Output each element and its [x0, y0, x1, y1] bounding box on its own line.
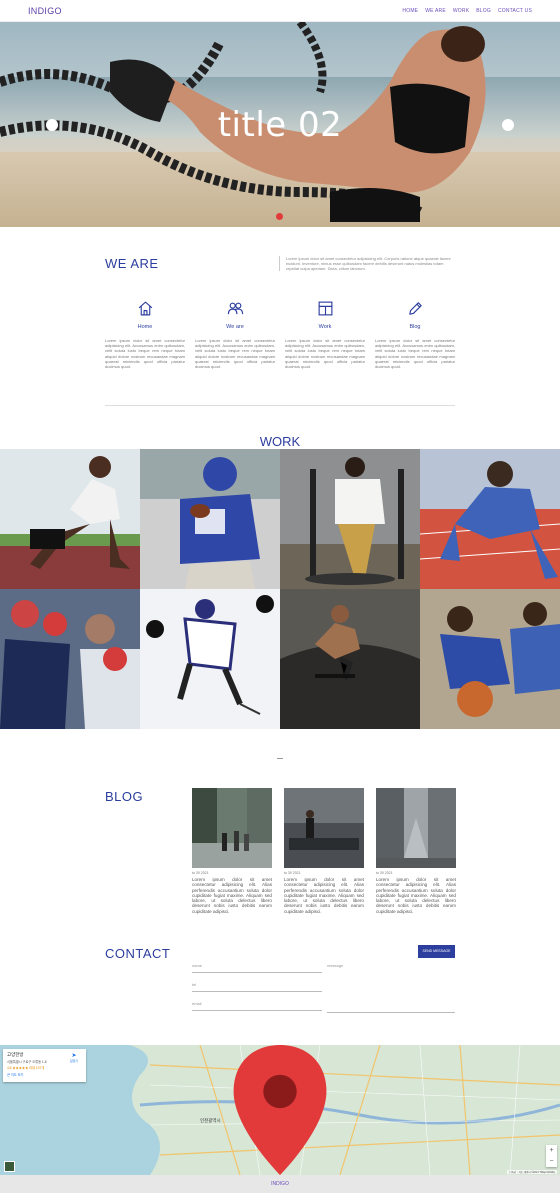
- feature-text: Lorem ipsum dolor sit amet consectetur a…: [105, 338, 185, 370]
- blog-title: BLOG: [105, 789, 144, 804]
- home-icon: [138, 301, 152, 316]
- nav-contact-us[interactable]: CONTACT US: [498, 8, 532, 14]
- weare-description: Lorem ipsum dolor sit amet consectetur a…: [279, 256, 455, 271]
- map-zoom-controls: + −: [546, 1145, 557, 1167]
- section-separator: [277, 758, 283, 759]
- site-header: INDIGO HOME WE ARE WORK BLOG CONTACT US: [0, 0, 560, 22]
- email-field[interactable]: email: [192, 1001, 322, 1011]
- feature-home: Home Lorem ipsum dolor sit amet consecte…: [105, 300, 185, 369]
- slider-prev-button[interactable]: [46, 119, 58, 131]
- layout-icon: [318, 301, 332, 316]
- map-pin-icon[interactable]: [0, 1045, 560, 1175]
- blog-post[interactable]: to 30 2021 Lorem ipsum dolor sit amet co…: [284, 788, 364, 914]
- nav-work[interactable]: WORK: [453, 8, 469, 14]
- map-embed[interactable]: 고양한방 서울특별시 구로구 오류동 1-8 4.8 ★★★★★ 리뷰 197개…: [0, 1045, 560, 1175]
- feature-work: Work Lorem ipsum dolor sit amet consecte…: [285, 300, 365, 369]
- blog-date: to 30 2021: [376, 871, 393, 875]
- sprinter-photo: [0, 449, 140, 589]
- blog-excerpt: Lorem ipsum dolor sit amet consectetur a…: [284, 877, 364, 914]
- map-attribution: 단축키 · 지도 데이터 ©2021 TMap Mobility: [507, 1170, 557, 1174]
- work-item[interactable]: [280, 449, 420, 589]
- nav-we-are[interactable]: WE ARE: [425, 8, 446, 14]
- blog-photo-bench: [284, 788, 364, 868]
- hero-slider: title 02: [0, 22, 560, 227]
- blog-excerpt: Lorem ipsum dolor sit amet consectetur a…: [192, 877, 272, 914]
- slider-next-button[interactable]: [502, 119, 514, 131]
- feature-text: Lorem ipsum dolor sit amet consectetur a…: [285, 338, 365, 370]
- hero-title: title 02: [217, 105, 343, 145]
- work-item[interactable]: [420, 449, 560, 589]
- feature-text: Lorem ipsum dolor sit amet consectetur a…: [195, 338, 275, 370]
- work-gallery: [0, 449, 560, 729]
- blog-date: to 30 2021: [192, 871, 209, 875]
- feature-we-are: We are Lorem ipsum dolor sit amet consec…: [195, 300, 275, 369]
- nav-home[interactable]: HOME: [402, 8, 418, 14]
- work-item[interactable]: [280, 589, 420, 729]
- feature-blog: Blog Lorem ipsum dolor sit amet consecte…: [375, 300, 455, 369]
- track-runner-photo: [420, 449, 560, 589]
- features: Home Lorem ipsum dolor sit amet consecte…: [105, 300, 455, 369]
- slider-indicator[interactable]: [276, 213, 283, 220]
- name-field[interactable]: name: [192, 963, 322, 973]
- feature-label: Work: [318, 324, 332, 330]
- site-footer: INDIGO: [0, 1175, 560, 1193]
- users-icon: [227, 302, 243, 315]
- zoom-out-button[interactable]: −: [546, 1156, 557, 1167]
- boxing-photo: [0, 589, 140, 729]
- sled-push-photo: [280, 449, 420, 589]
- nav-blog[interactable]: BLOG: [476, 8, 491, 14]
- football-photo: [140, 449, 280, 589]
- tel-field[interactable]: tel: [192, 982, 322, 992]
- hockey-photo: [140, 589, 280, 729]
- pencil-icon: [408, 302, 422, 315]
- feature-label: Home: [137, 324, 153, 330]
- blog-post[interactable]: to 30 2021 Lorem ipsum dolor sit amet co…: [192, 788, 272, 914]
- message-field[interactable]: message: [327, 963, 455, 1013]
- map-layer-toggle[interactable]: [4, 1161, 15, 1172]
- work-item[interactable]: [140, 589, 280, 729]
- work-item[interactable]: [420, 589, 560, 729]
- feature-label: We are: [226, 324, 244, 330]
- blog-date: to 30 2021: [284, 871, 301, 875]
- weare-title: WE ARE: [105, 256, 159, 271]
- feature-text: Lorem ipsum dolor sit amet consectetur a…: [375, 338, 455, 370]
- basketball-photo: [420, 589, 560, 729]
- send-message-button[interactable]: SEND MESSAGE: [418, 945, 455, 958]
- blog-photo-street: [192, 788, 272, 868]
- work-item[interactable]: [140, 449, 280, 589]
- blog-excerpt: Lorem ipsum dolor sit amet consectetur a…: [376, 877, 456, 914]
- section-divider: [105, 405, 455, 406]
- feature-label: Blog: [409, 324, 421, 330]
- work-title: WORK: [259, 434, 301, 449]
- blog-photo-city: [376, 788, 456, 868]
- work-item[interactable]: [0, 589, 140, 729]
- main-nav: HOME WE ARE WORK BLOG CONTACT US: [402, 8, 532, 14]
- blog-list: to 30 2021 Lorem ipsum dolor sit amet co…: [192, 788, 456, 914]
- contact-title: CONTACT: [105, 946, 171, 961]
- zoom-in-button[interactable]: +: [546, 1145, 557, 1156]
- work-item[interactable]: [0, 449, 140, 589]
- skater-photo: [280, 589, 420, 729]
- logo[interactable]: INDIGO: [28, 6, 62, 16]
- blog-post[interactable]: to 30 2021 Lorem ipsum dolor sit amet co…: [376, 788, 456, 914]
